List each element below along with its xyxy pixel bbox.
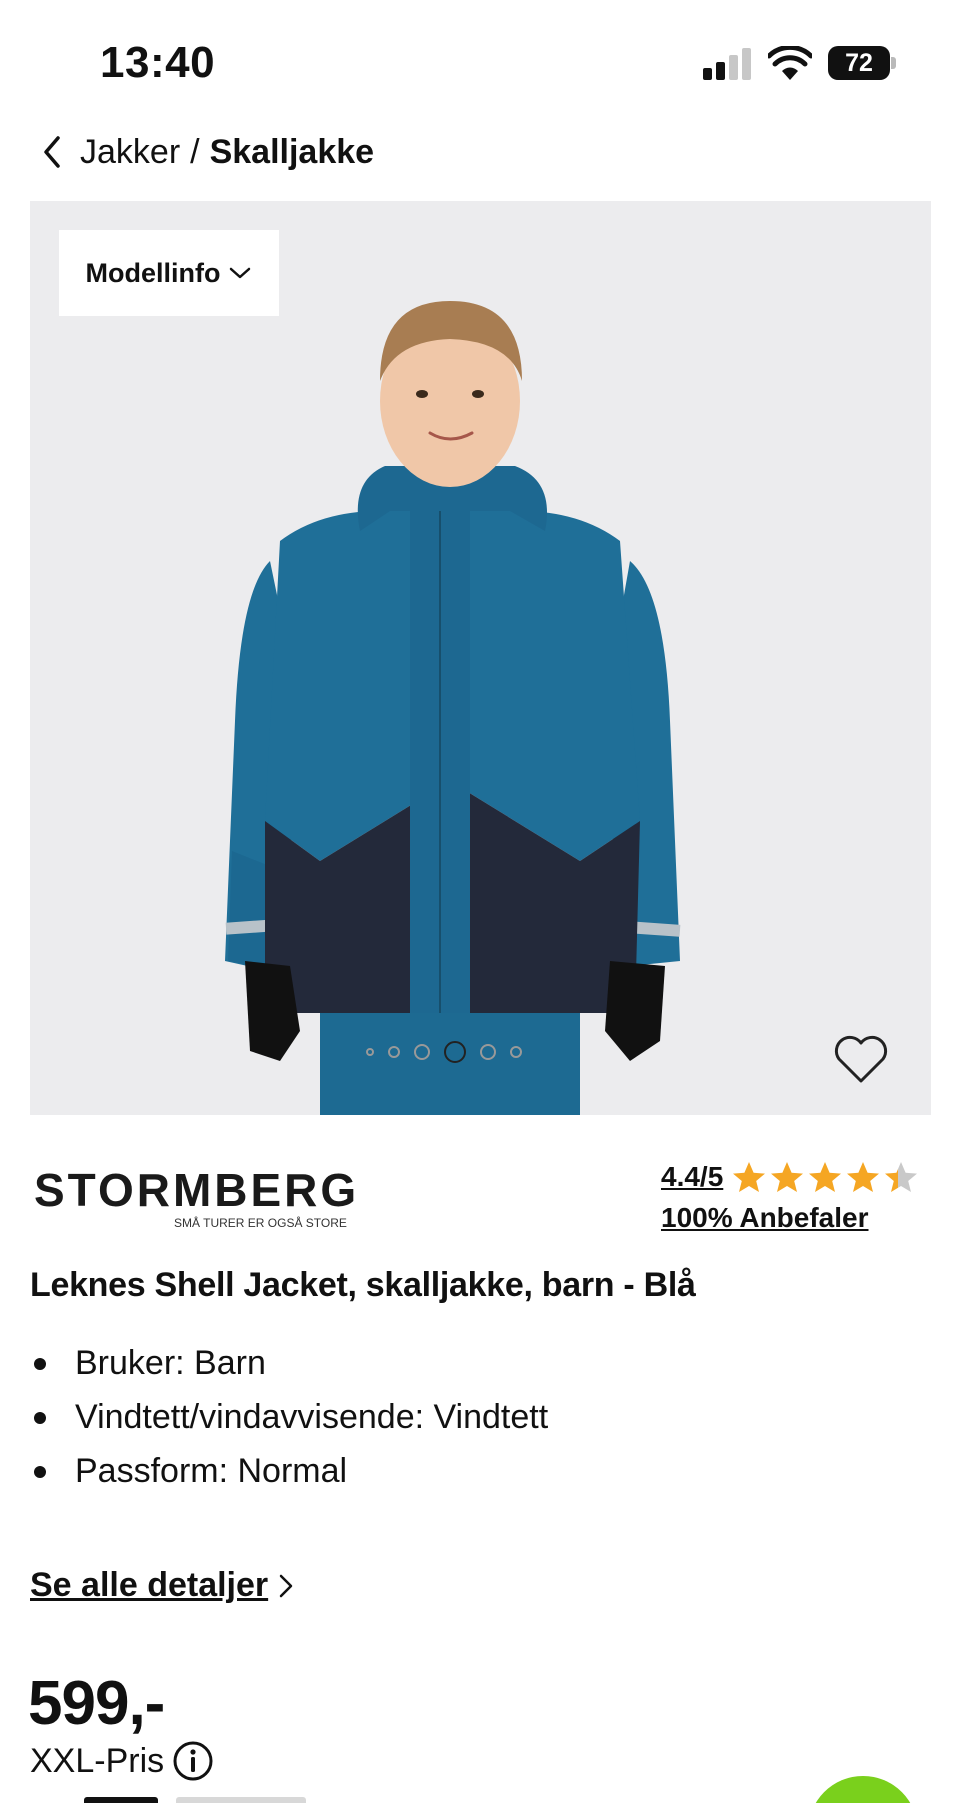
breadcrumb-parent-link[interactable]: Jakker	[80, 133, 180, 172]
star-icon	[771, 1162, 804, 1192]
chevron-left-icon[interactable]	[38, 132, 66, 172]
star-icon	[809, 1162, 842, 1192]
battery-icon: 72	[828, 46, 896, 80]
product-image-gallery[interactable]: Modellinfo	[30, 201, 931, 1115]
breadcrumb-current: Skalljakke	[209, 132, 375, 171]
status-time: 13:40	[100, 38, 216, 87]
rating-summary[interactable]: 4.4/5 100% Anbefaler	[661, 1160, 931, 1234]
cellular-signal-icon	[703, 48, 751, 80]
product-title: Leknes Shell Jacket, skalljakke, barn - …	[30, 1266, 696, 1304]
variant-option-partial[interactable]	[176, 1797, 306, 1803]
battery-level: 72	[828, 46, 890, 80]
feature-item: Passform: Normal	[30, 1444, 548, 1498]
variant-option-partial[interactable]	[84, 1797, 158, 1803]
recommend-percentage[interactable]: 100% Anbefaler	[661, 1202, 931, 1234]
star-icon	[847, 1162, 880, 1192]
gallery-pagination[interactable]	[366, 1039, 522, 1065]
brand-tagline: SMÅ TURER ER OGSÅ STORE	[174, 1216, 347, 1230]
product-photo	[225, 301, 681, 1115]
rating-stars	[731, 1160, 919, 1194]
see-all-details-label: Se alle detaljer	[30, 1566, 269, 1604]
star-icon	[733, 1162, 766, 1192]
wifi-icon	[768, 46, 812, 80]
info-circle-icon[interactable]	[172, 1740, 214, 1782]
pagination-dot[interactable]	[366, 1048, 374, 1056]
pagination-dot-active[interactable]	[444, 1041, 466, 1063]
pagination-dot[interactable]	[510, 1046, 522, 1058]
pagination-dot[interactable]	[480, 1044, 496, 1060]
rating-score[interactable]: 4.4/5	[661, 1161, 723, 1193]
feature-item: Bruker: Barn	[30, 1336, 548, 1390]
feature-item: Vindtett/vindavvisende: Vindtett	[30, 1390, 548, 1444]
brand-logo[interactable]: STORMBERG SMÅ TURER ER OGSÅ STORE	[34, 1164, 360, 1232]
breadcrumb: Jakker / Skalljakke	[38, 128, 374, 176]
floating-action-button-partial[interactable]	[808, 1776, 918, 1803]
feature-list: Bruker: Barn Vindtett/vindavvisende: Vin…	[30, 1336, 548, 1498]
price-label-row: XXL-Pris	[30, 1740, 214, 1782]
star-icon	[885, 1162, 918, 1192]
pagination-dot[interactable]	[388, 1046, 400, 1058]
see-all-details-link[interactable]: Se alle detaljer	[30, 1566, 294, 1605]
status-bar: 13:40 72	[0, 0, 960, 120]
pagination-dot[interactable]	[414, 1044, 430, 1060]
heart-outline-icon[interactable]	[832, 1033, 890, 1085]
product-price: 599,-	[28, 1669, 165, 1738]
chevron-right-icon	[279, 1574, 293, 1597]
breadcrumb-separator: /	[190, 132, 200, 171]
model-info-label: Modellinfo	[85, 257, 221, 288]
brand-name: STORMBERG	[34, 1164, 360, 1216]
price-label: XXL-Pris	[30, 1741, 165, 1780]
